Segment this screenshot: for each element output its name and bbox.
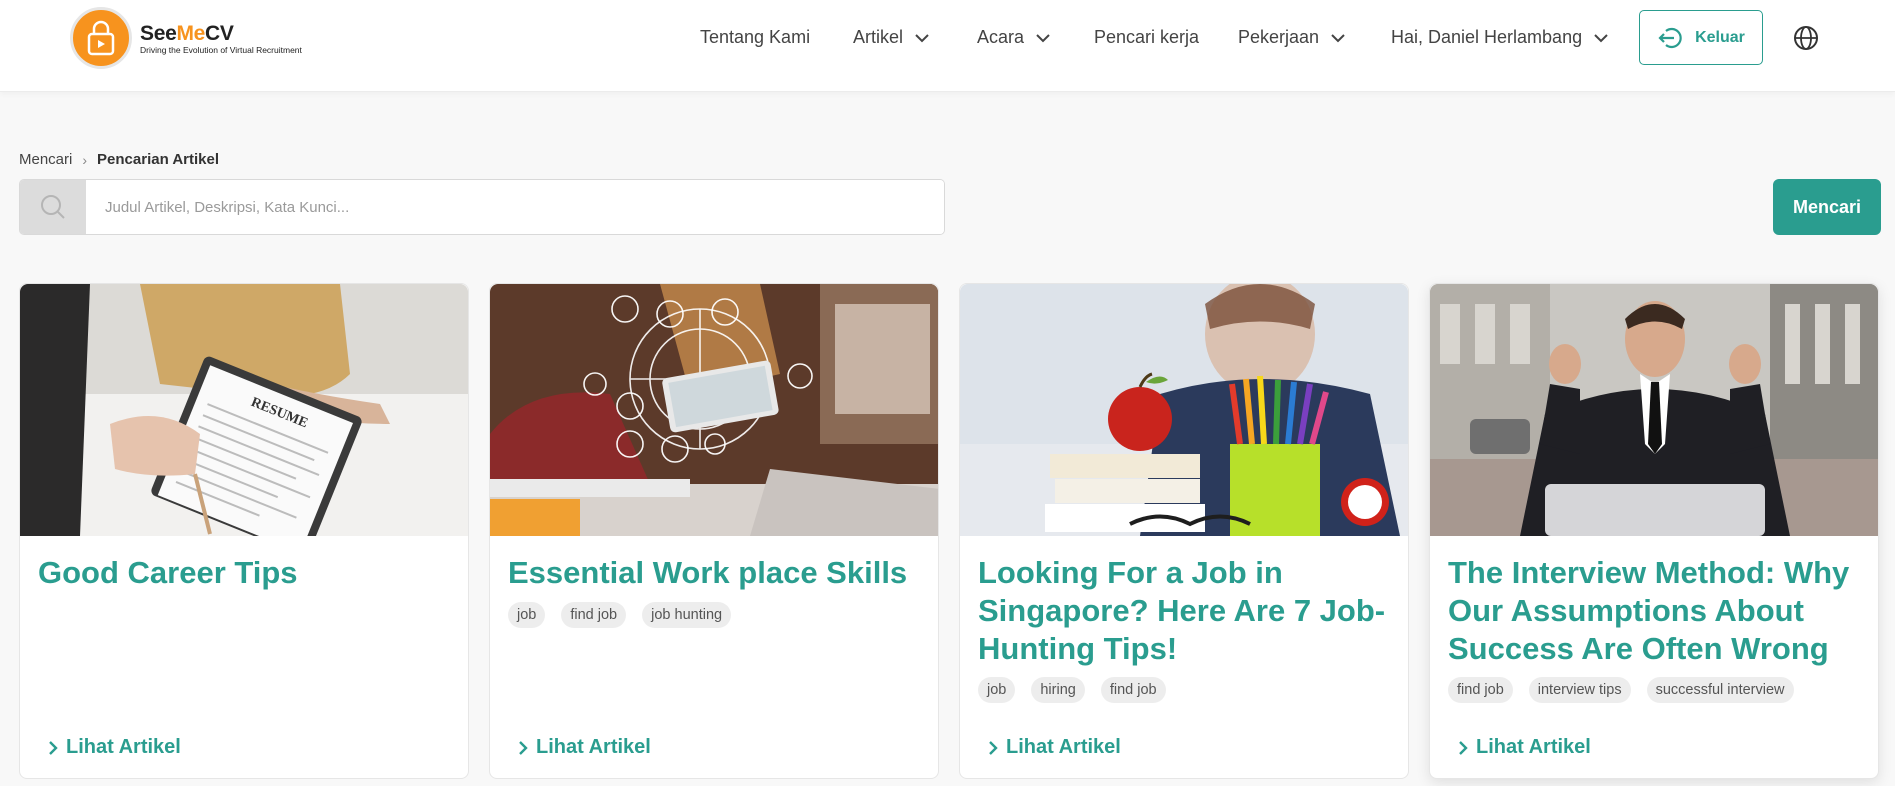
chevron-right-icon <box>1459 740 1468 755</box>
chevron-right-icon <box>989 740 998 755</box>
chevron-down-icon <box>1036 33 1050 42</box>
chevron-down-icon <box>915 33 929 42</box>
logo-lock-icon <box>70 7 132 69</box>
nav-events[interactable]: Acara <box>977 27 1052 48</box>
tag[interactable]: successful interview <box>1646 677 1794 703</box>
user-greeting: Hai, Daniel Herlambang <box>1391 27 1583 47</box>
article-tags: job hiring find job <box>978 677 1166 703</box>
top-header: SeeMeCV Driving the Evolution of Virtual… <box>0 0 1895 92</box>
article-title[interactable]: Looking For a Job in Singapore? Here Are… <box>978 554 1398 668</box>
nav-job-seekers[interactable]: Pencari kerja <box>1094 27 1199 48</box>
article-tags: job find job job hunting <box>508 602 732 628</box>
chevron-down-icon <box>1594 33 1608 42</box>
tag[interactable]: interview tips <box>1528 677 1631 703</box>
search-bar <box>19 179 945 235</box>
brand-name: SeeMeCV <box>140 21 234 45</box>
article-card[interactable]: Looking For a Job in Singapore? Here Are… <box>959 283 1409 779</box>
chevron-right-icon: › <box>82 151 88 168</box>
tag[interactable]: hiring <box>1031 677 1085 703</box>
logout-icon <box>1658 27 1682 48</box>
view-article-label: Lihat Artikel <box>1006 736 1121 758</box>
article-title[interactable]: The Interview Method: Why Our Assumption… <box>1448 554 1868 668</box>
chevron-down-icon <box>1331 33 1345 42</box>
nav-jobs[interactable]: Pekerjaan <box>1238 27 1347 48</box>
view-article-link[interactable]: Lihat Artikel <box>1456 736 1591 759</box>
logout-label: Keluar <box>1695 28 1745 46</box>
article-card[interactable]: Essential Work place Skills job find job… <box>489 283 939 779</box>
chevron-right-icon <box>49 740 58 755</box>
brand-logo[interactable]: SeeMeCV Driving the Evolution of Virtual… <box>70 7 302 69</box>
nav-jobs-label: Pekerjaan <box>1238 27 1320 47</box>
search-button[interactable]: Mencari <box>1773 179 1881 235</box>
view-article-link[interactable]: Lihat Artikel <box>516 736 651 759</box>
tag[interactable]: job <box>978 677 1016 703</box>
view-article-link[interactable]: Lihat Artikel <box>986 736 1121 759</box>
tag[interactable]: job <box>508 602 546 628</box>
article-card[interactable]: The Interview Method: Why Our Assumption… <box>1429 283 1879 779</box>
search-icon-box <box>20 180 86 234</box>
article-image-student[interactable] <box>960 284 1408 536</box>
nav-job-seekers-label: Pencari kerja <box>1094 27 1200 47</box>
article-title[interactable]: Essential Work place Skills <box>508 554 928 592</box>
view-article-link[interactable]: Lihat Artikel <box>46 736 181 759</box>
tag[interactable]: job hunting <box>642 602 732 628</box>
tag[interactable]: find job <box>1100 677 1166 703</box>
article-image-businessman[interactable] <box>1430 284 1878 536</box>
chevron-right-icon <box>519 740 528 755</box>
nav-user-menu[interactable]: Hai, Daniel Herlambang <box>1391 27 1610 48</box>
brand-tagline: Driving the Evolution of Virtual Recruit… <box>140 44 302 55</box>
search-input[interactable] <box>86 180 944 234</box>
nav-articles[interactable]: Artikel <box>853 27 931 48</box>
view-article-label: Lihat Artikel <box>1476 736 1591 758</box>
article-tags: find job interview tips successful inter… <box>1448 677 1794 703</box>
logout-button[interactable]: Keluar <box>1639 10 1763 65</box>
article-image-tech[interactable] <box>490 284 938 536</box>
nav-about[interactable]: Tentang Kami <box>700 27 810 48</box>
nav-events-label: Acara <box>977 27 1025 47</box>
article-card[interactable]: RESUME Good Career Tips Lihat Artikel <box>19 283 469 779</box>
view-article-label: Lihat Artikel <box>536 736 651 758</box>
search-icon <box>41 195 65 219</box>
globe-icon[interactable] <box>1792 24 1820 52</box>
tag[interactable]: find job <box>561 602 627 628</box>
nav-about-label: Tentang Kami <box>700 27 811 47</box>
view-article-label: Lihat Artikel <box>66 736 181 758</box>
nav-articles-label: Artikel <box>853 27 904 47</box>
breadcrumb-current: Pencarian Artikel <box>97 151 220 168</box>
breadcrumb-search[interactable]: Mencari <box>19 151 72 168</box>
article-image-resume[interactable]: RESUME <box>20 284 468 536</box>
tag[interactable]: find job <box>1448 677 1513 703</box>
breadcrumb: Mencari › Pencarian Artikel <box>19 151 219 168</box>
article-title[interactable]: Good Career Tips <box>38 554 458 592</box>
